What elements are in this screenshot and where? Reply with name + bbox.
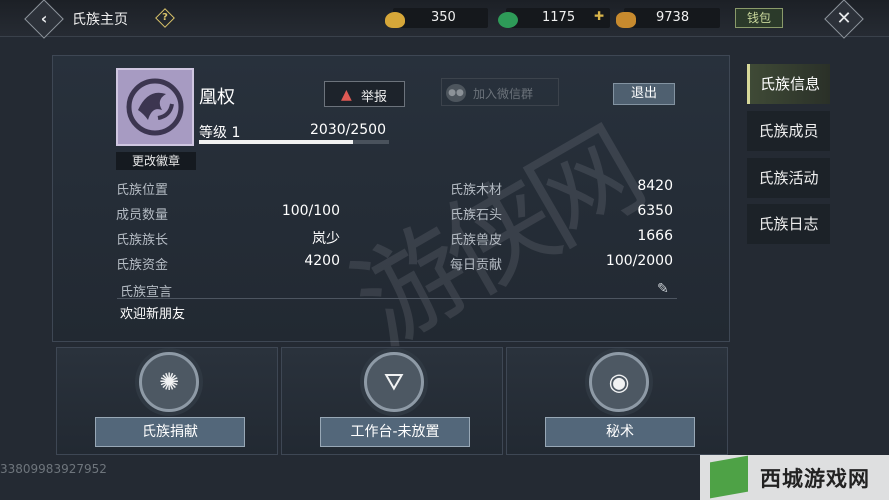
join-wechat-button[interactable]: ●● 加入微信群 — [441, 78, 559, 106]
tab-clan-info[interactable]: 氏族信息 — [747, 64, 830, 104]
add-jade-icon[interactable]: ✚ — [594, 9, 604, 23]
stat-label-wood: 氏族木材 — [450, 183, 503, 198]
declaration-text: 欢迎新朋友 — [120, 307, 186, 322]
stat-value-leader: 岚少 — [312, 231, 340, 247]
secret-art-icon[interactable]: ◉ — [589, 352, 649, 412]
resource-bell-value: 350 — [431, 10, 456, 25]
resource-ingot: 9738 — [616, 8, 720, 28]
join-wechat-label: 加入微信群 — [473, 87, 534, 101]
stat-value-wood: 8420 — [637, 178, 673, 194]
stat-label-funds: 氏族资金 — [116, 258, 169, 273]
card-donate: ✺ 氏族捐献 — [56, 347, 278, 455]
workbench-button[interactable]: 工作台-未放置 — [320, 417, 470, 447]
declaration-divider — [117, 298, 677, 299]
clan-level-progress: 2030/2500 — [310, 122, 386, 138]
stat-value-members: 100/100 — [281, 203, 340, 219]
clan-emblem — [116, 68, 194, 146]
chevron-left-icon: ‹ — [40, 9, 48, 28]
tab-clan-activities[interactable]: 氏族活动 — [747, 158, 830, 198]
report-label: 举报 — [361, 90, 388, 105]
resource-bell: 350 — [385, 8, 488, 28]
wallet-button[interactable]: 钱包 — [735, 8, 783, 28]
level-progress-fill — [199, 140, 354, 144]
stat-value-hide: 1666 — [637, 228, 673, 244]
donate-button[interactable]: 氏族捐献 — [95, 417, 245, 447]
clan-level: 等级 1 — [199, 125, 241, 141]
site-logo-text: 西城游戏网 — [760, 467, 870, 491]
resource-jade: 1175 ✚ — [498, 8, 610, 28]
resource-jade-value: 1175 — [542, 10, 576, 25]
stat-value-stone: 6350 — [637, 203, 673, 219]
clan-name: 凰权 — [199, 87, 235, 108]
close-icon: ✕ — [836, 8, 852, 29]
card-secret-art: ◉ 秘术 — [506, 347, 728, 455]
secret-art-button[interactable]: 秘术 — [545, 417, 695, 447]
gold-bell-icon — [385, 12, 405, 28]
tab-clan-log[interactable]: 氏族日志 — [747, 204, 830, 244]
stat-label-location: 氏族位置 — [116, 183, 169, 198]
card-workbench: ⛛ 工作台-未放置 — [281, 347, 503, 455]
phoenix-emblem-icon — [126, 78, 184, 136]
stat-value-funds: 4200 — [304, 253, 340, 269]
page-title: 氏族主页 — [72, 12, 128, 28]
report-button[interactable]: ▲ 举报 — [324, 81, 405, 107]
site-logo-icon — [710, 455, 748, 499]
change-emblem-button[interactable]: 更改徽章 — [116, 152, 196, 170]
stat-label-leader: 氏族族长 — [116, 233, 169, 248]
wechat-icon: ●● — [446, 84, 466, 102]
donate-swirl-icon[interactable]: ✺ — [139, 352, 199, 412]
edit-declaration-icon[interactable]: ✎ — [657, 281, 675, 299]
stat-label-daily-contribution: 每日贡献 — [450, 258, 503, 273]
resource-ingot-value: 9738 — [656, 10, 690, 25]
footer-id: 33809983927952 — [0, 462, 107, 476]
workbench-icon[interactable]: ⛛ — [364, 352, 424, 412]
stat-label-hide: 氏族兽皮 — [450, 233, 503, 248]
stat-label-stone: 氏族石头 — [450, 208, 503, 223]
tab-clan-members[interactable]: 氏族成员 — [747, 111, 830, 151]
warning-icon: ▲ — [341, 87, 352, 103]
logout-button[interactable]: 退出 — [613, 83, 675, 105]
site-logo: 西城游戏网 — [700, 455, 889, 500]
stat-label-members: 成员数量 — [116, 208, 169, 223]
stat-value-daily-contribution: 100/2000 — [605, 253, 673, 269]
level-progress-bar — [199, 140, 389, 144]
gold-ingot-icon — [616, 12, 636, 28]
jade-coin-icon — [498, 12, 518, 28]
